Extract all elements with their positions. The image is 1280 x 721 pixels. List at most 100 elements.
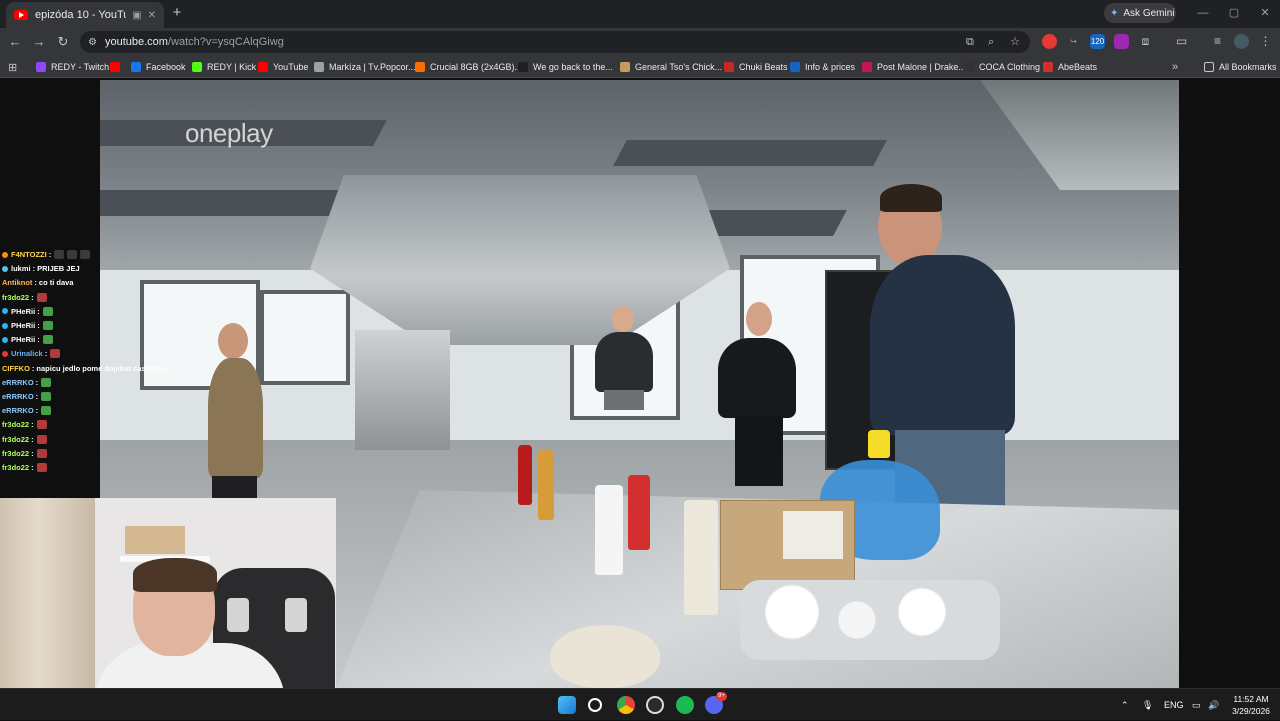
bookmark-label: Post Malone | Drake...: [877, 62, 966, 72]
extension-badge-icon[interactable]: 120: [1090, 34, 1105, 49]
spotify-icon[interactable]: [676, 696, 694, 714]
extension-red-icon[interactable]: [1042, 34, 1057, 49]
bookmark-item[interactable]: We go back to the...: [518, 59, 613, 75]
minimize-button[interactable]: —: [1194, 5, 1212, 21]
chat-username: F4NTOZZI: [11, 250, 47, 259]
video-bowl: [550, 625, 660, 688]
chat-separator: :: [35, 406, 39, 416]
obs-icon[interactable]: [646, 696, 664, 714]
chat-emote-icon: [67, 250, 78, 259]
chat-separator: :: [31, 463, 34, 472]
video-cardboard-box: [720, 500, 855, 590]
chat-text: PRIJEB JEJ: [37, 264, 80, 274]
chat-message: Antiknot: co ti dava: [2, 276, 74, 289]
cast-icon[interactable]: ⧉: [966, 31, 974, 53]
site-info-icon[interactable]: ⚙: [88, 37, 97, 48]
chat-separator: :: [31, 420, 34, 430]
menu-kebab-icon[interactable]: ⋮: [1258, 34, 1273, 49]
chat-emote-icon: [54, 250, 65, 259]
bookmark-item[interactable]: REDY | Kick: [192, 59, 256, 75]
reload-icon[interactable]: ↻: [54, 33, 72, 51]
bookmark-favicon-icon: [131, 62, 141, 72]
bookmark-item[interactable]: AbeBeats: [1043, 59, 1097, 75]
side-panel-icon[interactable]: ▭: [1174, 34, 1189, 49]
video-window: [260, 290, 350, 385]
chat-separator: :: [44, 349, 48, 359]
chat-message: eRRRKO:: [2, 404, 52, 417]
chat-message: lukmi: PRIJEB JEJ: [2, 262, 80, 275]
video-cooking-station: [355, 330, 450, 450]
chat-message: eRRRKO:: [2, 390, 52, 403]
volume-icon[interactable]: 🔊: [1208, 689, 1219, 721]
bookmark-label: Markíza | Tv.Popcor...: [329, 62, 416, 72]
bookmark-favicon-icon: [258, 62, 268, 72]
bookmarks-overflow-icon[interactable]: »: [1172, 59, 1178, 75]
bookmark-item[interactable]: YouTube: [258, 59, 308, 75]
url-host: youtube.com: [104, 36, 168, 48]
start-icon[interactable]: [558, 696, 576, 714]
bookmark-favicon-icon: [36, 62, 46, 72]
bookmark-item[interactable]: Chuki Beats: [724, 59, 788, 75]
bookmark-favicon-icon: [518, 62, 528, 72]
bookmark-item[interactable]: Post Malone | Drake...: [862, 59, 966, 75]
video-bottle: [595, 485, 623, 575]
language-indicator[interactable]: ENG: [1164, 689, 1184, 721]
chat-emote-icon: [36, 448, 47, 458]
all-bookmarks-folder[interactable]: All Bookmarks: [1204, 59, 1277, 75]
chat-message: fr3do22:: [2, 447, 47, 460]
maximize-button[interactable]: ▢: [1225, 5, 1243, 21]
media-control-icon[interactable]: ≡: [1210, 34, 1225, 49]
network-icon[interactable]: ▭: [1192, 689, 1201, 721]
discord-badge: 9+: [716, 692, 727, 701]
video-watermark: oneplay: [185, 118, 273, 148]
chat-username: fr3do22: [2, 434, 30, 444]
extensions-puzzle-icon[interactable]: ⧈: [1138, 34, 1153, 49]
back-icon[interactable]: ←: [6, 33, 24, 51]
bookmark-label: REDY | Kick: [207, 62, 257, 72]
chat-badge-icon: [2, 265, 8, 272]
address-bar[interactable]: ⚙ youtube.com /watch?v=ysqCAlqGiwg ⧉ ⌕ ☆: [80, 31, 1030, 53]
bookmark-item[interactable]: COCA Clothing: [964, 59, 1040, 75]
search-icon[interactable]: [588, 698, 602, 712]
chat-message: F4NTOZZI:: [2, 248, 91, 261]
bookmark-item[interactable]: Markíza | Tv.Popcor...: [314, 59, 416, 75]
bookmark-star-icon[interactable]: ☆: [1010, 31, 1020, 53]
video-cup: [868, 430, 890, 458]
bookmark-label: AbeBeats: [1058, 62, 1098, 72]
bookmark-item[interactable]: Info & prices: [790, 59, 855, 75]
tab-close-button[interactable]: ✕: [148, 10, 156, 21]
bookmark-favicon-icon: [1043, 62, 1053, 72]
ask-gemini-button[interactable]: ✦ Ask Gemini: [1104, 3, 1176, 23]
bookmark-item[interactable]: Facebook: [131, 59, 186, 75]
bookmark-item[interactable]: REDY - Twitch: [36, 59, 109, 75]
browser-titlebar: epizóda 10 - YouTube ▣ ✕ + ✦ Ask Gemini …: [0, 0, 1280, 28]
system-clock[interactable]: 11:52 AM 3/29/2026: [1226, 693, 1276, 717]
chat-username: eRRRKO: [2, 377, 34, 387]
chat-username: PHeRii: [11, 321, 36, 330]
bookmark-item[interactable]: [110, 59, 125, 75]
right-dark-pane: [1179, 80, 1280, 688]
forward-icon[interactable]: →: [30, 33, 48, 51]
new-tab-button[interactable]: +: [168, 4, 186, 22]
microphone-icon[interactable]: 🎙: [1142, 689, 1153, 721]
chrome-icon[interactable]: [617, 696, 635, 714]
tab-active[interactable]: epizóda 10 - YouTube ▣ ✕: [6, 2, 164, 28]
chat-badge-icon: [2, 350, 8, 357]
extension-arrow-icon[interactable]: ↪: [1066, 34, 1081, 49]
chat-badge-icon: [2, 336, 8, 343]
tray-overflow-icon[interactable]: ⌃: [1121, 689, 1129, 721]
bookmark-favicon-icon: [110, 62, 120, 72]
chat-emote-icon: [42, 321, 53, 330]
chat-username: Urinalick: [11, 349, 43, 359]
zoom-icon[interactable]: ⌕: [988, 31, 994, 53]
bookmark-item[interactable]: General Tso's Chick...: [620, 59, 722, 75]
bookmark-item[interactable]: Crucial 8GB (2x4GB)...: [415, 59, 522, 75]
apps-grid-icon[interactable]: ⊞: [8, 59, 17, 75]
extension-purple-icon[interactable]: [1114, 34, 1129, 49]
video-bottle: [628, 475, 650, 550]
close-window-button[interactable]: ✕: [1256, 5, 1274, 21]
video-eggs: [740, 580, 1000, 660]
profile-avatar[interactable]: [1234, 34, 1249, 49]
chat-text: napicu jedlo pome dojebat casnicku: [36, 363, 166, 373]
chat-emote-icon: [36, 434, 47, 444]
